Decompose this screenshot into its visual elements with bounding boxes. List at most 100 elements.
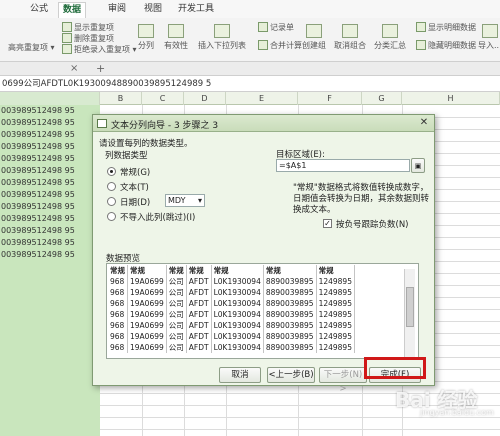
column-header-h[interactable]: H bbox=[402, 92, 500, 105]
insert-dropdown-button[interactable]: 插入下拉列表 bbox=[198, 24, 246, 51]
option-general-label[interactable]: 常规(G) bbox=[120, 166, 150, 178]
close-tab-icon[interactable]: × bbox=[70, 63, 78, 74]
reject-duplicates-button[interactable]: 拒绝录入重复项 ▾ bbox=[62, 44, 137, 55]
cell-a7[interactable]: 003989512498 95 bbox=[0, 177, 100, 189]
option-text-label[interactable]: 文本(T) bbox=[120, 181, 149, 193]
back-button[interactable]: <上一步(B) bbox=[267, 367, 315, 383]
cell-a8[interactable]: 003989512498 95 bbox=[0, 189, 100, 201]
preview-header[interactable]: 常规 bbox=[127, 265, 167, 276]
data-preview-table[interactable]: 常规 常规 常规 常规 常规 常规 常规 968 19A0699 公司 AFDT L0K… bbox=[106, 263, 419, 359]
hide-detail-button[interactable]: 隐藏明细数据 bbox=[416, 40, 476, 51]
tab-developer[interactable]: 开发工具 bbox=[178, 2, 214, 18]
show-duplicates-button[interactable]: 显示重复项 bbox=[62, 22, 114, 33]
column-header-f[interactable]: F bbox=[298, 92, 362, 105]
cancel-button[interactable]: 取消 bbox=[219, 367, 261, 383]
preview-vertical-scrollbar[interactable] bbox=[404, 269, 415, 357]
cell-a10[interactable]: 003989512498 95 bbox=[0, 213, 100, 225]
preview-cell: 8890039895 bbox=[263, 342, 317, 353]
radio-general[interactable] bbox=[107, 167, 116, 176]
preview-cell: 968 bbox=[108, 342, 128, 353]
column-type-group-label: 列数据类型 bbox=[105, 151, 148, 161]
cell-a5[interactable]: 003989512498 95 bbox=[0, 153, 100, 165]
column-a-selected[interactable]: 003989512498 95 003989512498 95 00398951… bbox=[0, 105, 100, 436]
negative-checkbox[interactable]: ✓ bbox=[323, 219, 332, 228]
tab-view[interactable]: 视图 bbox=[144, 2, 162, 18]
consolidate-button[interactable]: 合并计算 bbox=[258, 40, 302, 51]
next-button[interactable]: 下一步(N) > bbox=[319, 367, 367, 394]
preview-header[interactable]: 常规 bbox=[166, 265, 187, 276]
preview-cell: 968 bbox=[108, 276, 128, 287]
preview-cell: 公司 bbox=[166, 287, 187, 298]
preview-cell: 1249895 bbox=[316, 320, 355, 331]
ungroup-button[interactable]: 取消组合 bbox=[334, 24, 366, 51]
date-format-select[interactable]: MDY ▾ bbox=[165, 194, 205, 207]
delete-icon bbox=[62, 33, 72, 43]
radio-date[interactable] bbox=[107, 197, 116, 206]
preview-cell: 1249895 bbox=[316, 287, 355, 298]
highlight-duplicates-button[interactable]: 高亮重复项 ▾ bbox=[8, 42, 55, 53]
dialog-title: 文本分列向导 - 3 步骤之 3 bbox=[111, 121, 219, 131]
preview-header[interactable]: 常规 bbox=[316, 265, 355, 276]
subtotal-button[interactable]: 分类汇总 bbox=[374, 24, 406, 51]
preview-cell: L0K1930094 bbox=[211, 331, 264, 342]
cell-a1[interactable]: 003989512498 95 bbox=[0, 105, 100, 117]
cell-a13[interactable]: 003989512498 95 bbox=[0, 249, 100, 261]
preview-cell: 公司 bbox=[166, 342, 187, 353]
import-button[interactable]: 导入... bbox=[478, 24, 500, 51]
cell-a6[interactable]: 003989512498 95 bbox=[0, 165, 100, 177]
option-date-label[interactable]: 日期(D) bbox=[120, 196, 150, 208]
preview-cell: 8890039895 bbox=[263, 276, 317, 287]
cell-a12[interactable]: 003989512498 95 bbox=[0, 237, 100, 249]
show-detail-button[interactable]: 显示明细数据 bbox=[416, 22, 476, 33]
tab-review[interactable]: 审阅 bbox=[108, 2, 126, 18]
remove-duplicates-button[interactable]: 删除重复项 bbox=[62, 33, 114, 44]
text-to-columns-dialog: 文本分列向导 - 3 步骤之 3 ✕ 请设置每列的数据类型。 列数据类型 常规(… bbox=[92, 114, 435, 394]
column-header-a[interactable] bbox=[0, 92, 100, 105]
negative-checkbox-label[interactable]: 按负号跟踪负数(N) bbox=[336, 218, 409, 230]
cell-a4[interactable]: 003989512498 95 bbox=[0, 141, 100, 153]
dropdown-list-icon bbox=[214, 24, 230, 38]
tab-data[interactable]: 数据 bbox=[58, 2, 86, 18]
preview-cell: 1249895 bbox=[316, 331, 355, 342]
range-picker-icon[interactable]: ▣ bbox=[411, 158, 425, 173]
cell-a2[interactable]: 003989512498 95 bbox=[0, 117, 100, 129]
preview-cell: 19A0699 bbox=[127, 309, 167, 320]
preview-cell: 968 bbox=[108, 320, 128, 331]
preview-header[interactable]: 常规 bbox=[186, 265, 212, 276]
close-icon[interactable]: ✕ bbox=[418, 117, 430, 129]
column-header-e[interactable]: E bbox=[226, 92, 298, 105]
preview-cell: 8890039895 bbox=[263, 331, 317, 342]
preview-row: 968 19A0699 公司 AFDT L0K1930094 8890039895 1249… bbox=[108, 276, 355, 287]
cell-a11[interactable]: 003989512498 95 bbox=[0, 225, 100, 237]
radio-text[interactable] bbox=[107, 182, 116, 191]
preview-header[interactable]: 常规 bbox=[211, 265, 264, 276]
cell-a3[interactable]: 003989512498 95 bbox=[0, 129, 100, 141]
create-group-button[interactable]: 创建组 bbox=[302, 24, 326, 51]
subtotal-icon bbox=[382, 24, 398, 38]
column-header-d[interactable]: D bbox=[184, 92, 226, 105]
group-icon bbox=[306, 24, 322, 38]
radio-skip[interactable] bbox=[107, 212, 116, 221]
column-header-g[interactable]: G bbox=[362, 92, 402, 105]
dialog-titlebar[interactable]: 文本分列向导 - 3 步骤之 3 ✕ bbox=[93, 115, 434, 132]
preview-header[interactable]: 常规 bbox=[108, 265, 128, 276]
option-skip-label[interactable]: 不导入此列(跳过)(I) bbox=[120, 211, 195, 223]
column-header-c[interactable]: C bbox=[142, 92, 184, 105]
scrollbar-thumb[interactable] bbox=[406, 287, 414, 327]
tab-formula[interactable]: 公式 bbox=[30, 2, 48, 18]
add-tab-icon[interactable]: + bbox=[96, 62, 105, 75]
split-column-button[interactable]: 分列 bbox=[138, 24, 154, 51]
preview-cell: L0K1930094 bbox=[211, 276, 264, 287]
target-range-input[interactable]: =$A$1 bbox=[276, 159, 410, 172]
formula-bar[interactable]: 0699公司AFDTL0K19300948890039895124989 5 bbox=[0, 76, 500, 92]
preview-header[interactable]: 常规 bbox=[263, 265, 317, 276]
cell-a9[interactable]: 003989512498 95 bbox=[0, 201, 100, 213]
validity-icon bbox=[168, 24, 184, 38]
preview-cell: L0K1930094 bbox=[211, 320, 264, 331]
validity-button[interactable]: 有效性 bbox=[164, 24, 188, 51]
preview-header-row: 常规 常规 常规 常规 常规 常规 常规 bbox=[108, 265, 355, 276]
ungroup-icon bbox=[342, 24, 358, 38]
show-detail-icon bbox=[416, 22, 426, 32]
record-form-button[interactable]: 记录单 bbox=[258, 22, 294, 33]
column-header-b[interactable]: B bbox=[100, 92, 142, 105]
